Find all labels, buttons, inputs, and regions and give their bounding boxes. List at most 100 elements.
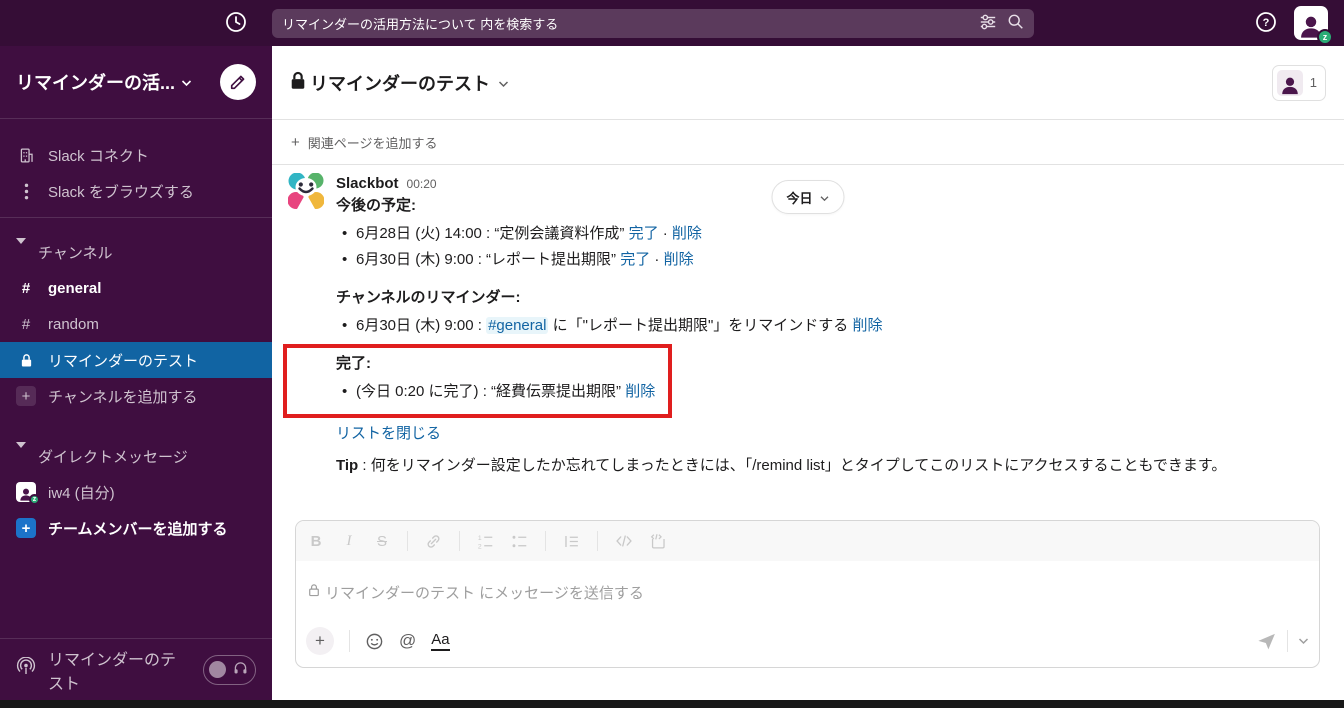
channel-mention-link[interactable]: #general [486, 317, 549, 334]
message-timestamp[interactable]: 00:20 [407, 173, 437, 195]
search-icon[interactable] [1007, 13, 1024, 33]
mention-button[interactable]: @ [399, 631, 416, 651]
huddle-channel-label: リマインダーのテスト [48, 651, 177, 693]
reminder-item: 6月30日 (木) 9:00 : “レポート提出期限” 完了 · 削除 [336, 249, 1226, 271]
composer-divider [349, 630, 350, 652]
toolbar-divider [545, 531, 546, 551]
code-block-button[interactable] [650, 533, 667, 550]
message-author[interactable]: Slackbot [336, 173, 399, 195]
formatting-toggle-button[interactable]: Aa [431, 631, 450, 651]
reminder-item: 6月30日 (木) 9:00 : #general に「"レポート提出期限"」を… [336, 315, 1226, 337]
compose-icon [230, 75, 245, 90]
date-label: 今日 [786, 190, 813, 206]
main-area: リマインダーのテスト 1 + 関連ページを追加する 今日 Slackbot 00… [272, 46, 1344, 700]
code-block-icon [650, 533, 665, 549]
slackbot-avatar[interactable] [288, 173, 324, 209]
channel-header: リマインダーのテスト 1 [272, 46, 1344, 120]
sidebar-add-channel[interactable]: + チャンネルを追加する [0, 378, 272, 414]
delete-link[interactable]: 削除 [672, 225, 702, 242]
user-avatar[interactable]: z [1294, 6, 1333, 45]
bullet-list-icon [512, 535, 527, 547]
headphones-icon [232, 659, 249, 681]
emoji-icon [366, 633, 383, 649]
sidebar: リマインダーの活... Slack コネクト Slack をブラウズする チャン… [0, 46, 272, 700]
close-list-link[interactable]: リストを閉じる [336, 423, 441, 445]
link-button[interactable] [425, 533, 442, 550]
hash-icon: # [21, 315, 31, 333]
blockquote-icon [565, 535, 578, 547]
topbar-left [0, 10, 272, 37]
chevron-down-icon [820, 190, 830, 205]
delete-link[interactable]: 削除 [852, 317, 882, 334]
delete-link[interactable]: 削除 [664, 251, 694, 268]
member-avatar [1276, 69, 1303, 96]
message-list: 今日 Slackbot 00:20 今後の予定: • 6月28日 (火) 14:… [272, 165, 1344, 516]
ordered-list-button[interactable]: 12 [477, 533, 494, 550]
emoji-button[interactable] [365, 632, 384, 651]
strikethrough-button[interactable]: S [374, 533, 390, 550]
reminder-text: (今日 0:20 に完了) : “経費伝票提出期限” [356, 383, 626, 400]
bullet-list-button[interactable] [511, 533, 528, 550]
workspace-header[interactable]: リマインダーの活... [0, 46, 272, 119]
complete-link[interactable]: 完了 [620, 251, 650, 268]
sidebar-add-member[interactable]: + チームメンバーを追加する [0, 510, 272, 546]
section-heading: 完了: [336, 355, 371, 372]
search-input[interactable]: リマインダーの活用方法について 内を検索する [272, 8, 1034, 38]
message-input[interactable]: リマインダーのテスト にメッセージを送信する [296, 561, 1319, 621]
sidebar-channel-general[interactable]: # general [0, 270, 272, 306]
attach-button[interactable]: + [306, 627, 334, 655]
sidebar-channel-reminder-test[interactable]: リマインダーのテスト [0, 342, 272, 378]
date-divider-pill[interactable]: 今日 [771, 180, 845, 214]
dm-avatar: z [16, 482, 40, 505]
lock-icon [308, 583, 322, 601]
link-separator: · [654, 251, 660, 268]
complete-link[interactable]: 完了 [629, 225, 659, 242]
composer-divider [1287, 630, 1288, 652]
sidebar-channel-random[interactable]: # random [0, 306, 272, 342]
plus-icon: + [291, 133, 300, 151]
reminder-item: (今日 0:20 に完了) : “経費伝票提出期限” 削除 [336, 381, 1226, 403]
add-bookmark-bar[interactable]: + 関連ページを追加する [272, 120, 1344, 165]
history-button[interactable] [224, 10, 248, 37]
lock-icon [290, 71, 306, 95]
delete-link[interactable]: 削除 [625, 383, 655, 400]
sidebar-nav: Slack コネクト Slack をブラウズする チャンネル # general [0, 119, 272, 546]
building-icon [16, 147, 36, 164]
link-icon [427, 534, 440, 548]
dm-label: iw4 (自分) [48, 484, 115, 502]
help-icon: ? [1254, 10, 1278, 37]
reminder-list: 6月28日 (火) 14:00 : “定例会議資料作成” 完了 · 削除 6月3… [336, 223, 1226, 271]
section-channels[interactable]: チャンネル [0, 234, 272, 270]
tip-body: : 何をリマインダー設定したか忘れてしまったときには、「/remind list… [358, 457, 1227, 474]
italic-button[interactable]: I [341, 533, 357, 550]
chevron-down-icon [181, 74, 192, 91]
code-icon [616, 535, 632, 547]
member-count-button[interactable]: 1 [1271, 64, 1326, 101]
filter-icon[interactable] [979, 13, 997, 34]
toolbar-divider [407, 531, 408, 551]
code-button[interactable] [615, 533, 633, 549]
new-message-button[interactable] [220, 64, 256, 100]
help-button[interactable]: ? [1254, 10, 1278, 37]
sidebar-item-browse-slack[interactable]: Slack をブラウズする [0, 173, 272, 209]
huddle-toggle[interactable] [202, 654, 256, 685]
send-button[interactable] [1256, 631, 1277, 652]
sidebar-item-label: Slack コネクト [48, 147, 149, 165]
search-icons [979, 13, 1024, 34]
sidebar-dm-self[interactable]: z iw4 (自分) [0, 474, 272, 510]
reminder-text: 6月30日 (木) 9:00 : [356, 317, 487, 334]
send-options-button[interactable] [1298, 637, 1309, 645]
blockquote-button[interactable] [563, 533, 580, 550]
chevron-down-icon [498, 72, 509, 93]
section-heading: チャンネルのリマインダー: [336, 289, 521, 306]
ellipsis-vertical-icon [16, 183, 36, 200]
channel-title-button[interactable]: リマインダーのテスト [290, 70, 509, 96]
tip-text: Tip : 何をリマインダー設定したか忘れてしまったときには、「/remind … [336, 455, 1226, 477]
section-direct-messages[interactable]: ダイレクトメッセージ [0, 438, 272, 474]
person-icon [1281, 77, 1298, 94]
reminder-list: (今日 0:20 に完了) : “経費伝票提出期限” 削除 [336, 381, 1226, 403]
sidebar-item-slack-connect[interactable]: Slack コネクト [0, 137, 272, 173]
add-member-label: チームメンバーを追加する [48, 520, 228, 538]
bold-button[interactable]: B [308, 533, 324, 550]
